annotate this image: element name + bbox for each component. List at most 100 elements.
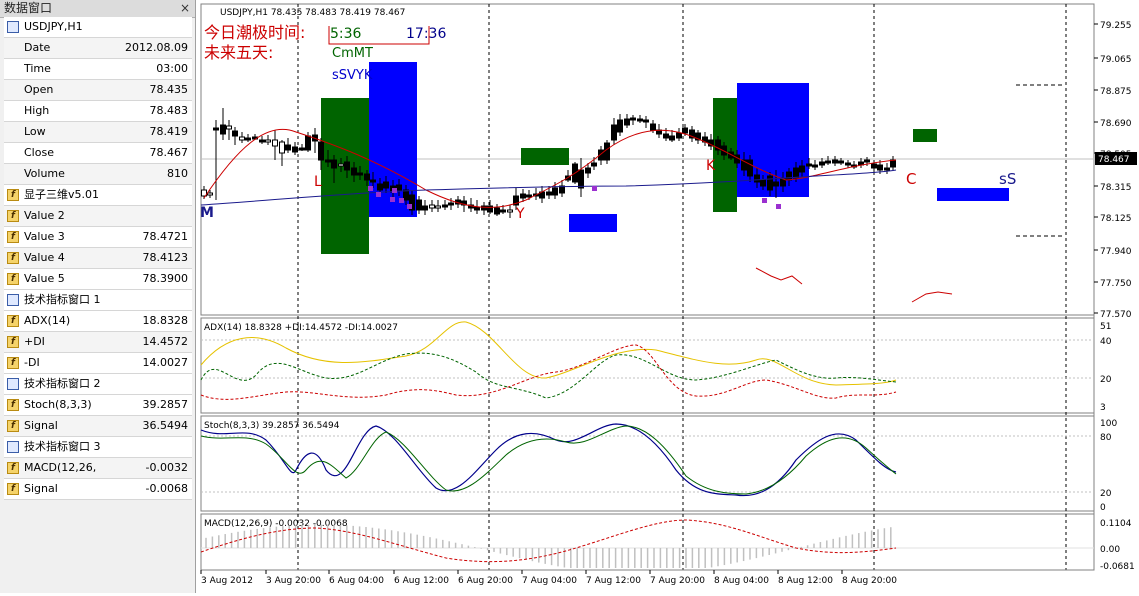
- row-label: +DI: [24, 335, 45, 348]
- candle-body: [245, 137, 251, 141]
- tide-time-label: 今日潮极时间:: [204, 23, 305, 42]
- candle-body: [344, 161, 350, 171]
- data-window-row: f MACD(12,26, -0.0032: [4, 458, 192, 479]
- candle-body: [890, 159, 896, 168]
- candle-body: [474, 206, 480, 211]
- time-tick-label: 6 Aug 04:00: [329, 576, 384, 586]
- data-window-section-row: 技术指标窗口 1: [4, 290, 192, 311]
- adx-tick-label: 20: [1100, 375, 1112, 385]
- candle-body: [832, 159, 838, 164]
- candle-body: [669, 135, 675, 141]
- time-tick-label: 7 Aug 12:00: [586, 576, 641, 586]
- row-label: -DI: [24, 356, 40, 369]
- custom-indicator-icon: f: [7, 189, 19, 201]
- row-value: 78.4721: [142, 230, 189, 243]
- candle-body: [403, 189, 409, 201]
- candle-body: [806, 163, 812, 167]
- data-window-row: f Signal -0.0068: [4, 479, 192, 500]
- purple-marker: [407, 204, 412, 209]
- data-window-section-row: 技术指标窗口 3: [4, 437, 192, 458]
- chart-window-icon: [7, 21, 19, 33]
- row-label: Close: [24, 146, 54, 159]
- candle-body: [351, 167, 357, 176]
- candle-body: [442, 204, 448, 208]
- letter-S: sS: [999, 170, 1016, 188]
- signal-box: [321, 98, 369, 254]
- row-value: 03:00: [156, 62, 188, 75]
- function-icon: f: [7, 420, 19, 432]
- svyk-label: sSVYK: [332, 68, 373, 83]
- chart-area[interactable]: 今日潮极时间: 未来五天: 5:36 17:36 CmMT sSVYK L Y K M CsS USD…: [196, 0, 1139, 593]
- price-tick-label: 78.875: [1100, 87, 1132, 97]
- signal-box: [521, 148, 569, 165]
- candle-body: [617, 119, 623, 133]
- candle-body: [305, 135, 311, 151]
- candle-body: [799, 165, 805, 173]
- data-window-row: f Value 2: [4, 206, 192, 227]
- candle-body: [786, 171, 792, 181]
- row-label: Low: [24, 125, 46, 138]
- letter-C: C: [906, 170, 916, 188]
- candle-body: [676, 132, 682, 139]
- candle-body: [611, 124, 617, 141]
- row-value: 78.419: [149, 125, 189, 138]
- candle-body: [520, 193, 526, 199]
- data-window-row: f Signal 36.5494: [4, 416, 192, 437]
- time-tick-label: 8 Aug 04:00: [714, 576, 769, 586]
- letter-K: K: [706, 158, 716, 174]
- candle-body: [682, 127, 688, 134]
- purple-marker: [776, 204, 781, 209]
- candle-body: [637, 118, 643, 122]
- macd-tick-label: -0.0681: [1100, 562, 1135, 572]
- candle-body: [871, 163, 877, 169]
- purple-marker: [390, 197, 395, 202]
- letter-M: M: [200, 205, 214, 221]
- candle-body: [259, 139, 265, 143]
- stoch-header: Stoch(8,3,3) 39.2857 36.5494: [204, 421, 340, 431]
- custom-indicator-icon: f: [7, 273, 19, 285]
- candle-body: [357, 172, 363, 176]
- candle-body: [448, 202, 454, 206]
- candle-body: [877, 164, 883, 171]
- row-label: Value 4: [24, 251, 65, 264]
- candle-body: [630, 117, 636, 121]
- price-tick-label: 78.690: [1100, 119, 1132, 129]
- close-icon[interactable]: ×: [180, 0, 190, 17]
- indicator-window-icon: [7, 441, 19, 453]
- candle-body: [331, 159, 337, 169]
- candle-body: [338, 163, 344, 167]
- candle-body: [793, 167, 799, 179]
- candle-body: [507, 209, 513, 213]
- data-window-row: Close 78.467: [4, 143, 192, 164]
- chart-header: USDJPY,H1 78.435 78.483 78.419 78.467: [220, 8, 405, 18]
- data-window-row: Date 2012.08.09: [4, 38, 192, 59]
- candle-body: [624, 118, 630, 126]
- purple-marker: [392, 188, 397, 193]
- price-tick-label: 78.315: [1100, 183, 1132, 193]
- row-label: High: [24, 104, 50, 117]
- row-value: 18.8328: [142, 314, 189, 327]
- price-tick-label: 77.940: [1100, 247, 1132, 257]
- row-label: USDJPY,H1: [24, 20, 83, 33]
- adx-tick-label: 40: [1100, 337, 1112, 347]
- candle-body: [213, 127, 219, 131]
- data-window-titlebar: 数据窗口 ×: [0, 0, 195, 18]
- data-window-section-row: USDJPY,H1: [4, 17, 192, 38]
- candle-body: [318, 141, 324, 161]
- candle-body: [299, 147, 305, 151]
- candle-body: [285, 144, 291, 151]
- letter-Y: Y: [515, 206, 525, 222]
- candle-body: [370, 179, 376, 183]
- price-tick-label: 77.750: [1100, 279, 1132, 289]
- row-label: Stoch(8,3,3): [24, 398, 92, 411]
- data-window-row: Open 78.435: [4, 80, 192, 101]
- row-value: 36.5494: [142, 419, 189, 432]
- tide-time-2: 17:36: [406, 26, 446, 42]
- row-label: Time: [24, 62, 51, 75]
- purple-marker: [762, 198, 767, 203]
- candle-body: [578, 169, 584, 189]
- candle-body: [396, 184, 402, 191]
- candle-body: [422, 205, 428, 211]
- chart-svg[interactable]: 今日潮极时间:未来五天: 5:36 17:36 CmMT sSVYK L Y K M C sS USD…: [196, 0, 1139, 593]
- letter-L: L: [314, 174, 322, 190]
